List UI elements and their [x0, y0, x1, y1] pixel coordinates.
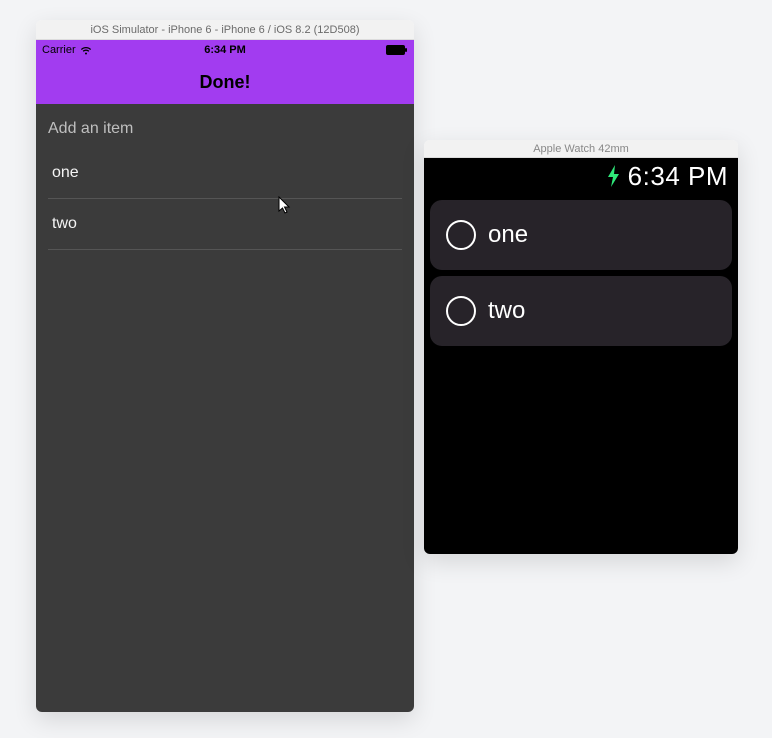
add-item-input[interactable]: Add an item [36, 104, 414, 148]
watch-list-item[interactable]: one [430, 200, 732, 270]
iphone-statusbar: Carrier 6:34 PM [36, 40, 414, 60]
watch-item-label: two [488, 297, 525, 325]
list-item-label: two [52, 215, 77, 232]
iphone-simulator-window: iOS Simulator - iPhone 6 - iPhone 6 / iO… [36, 20, 414, 712]
iphone-list: one two [36, 148, 414, 250]
statusbar-time: 6:34 PM [36, 44, 414, 56]
watch-statusbar: 6:34 PM [430, 158, 732, 194]
charging-bolt-icon [606, 165, 622, 187]
watch-time: 6:34 PM [628, 161, 728, 192]
iphone-content: Add an item one two [36, 104, 414, 712]
watch-list-item[interactable]: two [430, 276, 732, 346]
watch-item-label: one [488, 221, 528, 249]
watch-window-title: Apple Watch 42mm [424, 140, 738, 158]
list-item[interactable]: one [48, 148, 402, 199]
battery-icon [386, 45, 408, 55]
list-item-label: one [52, 164, 79, 181]
radio-circle-icon [446, 220, 476, 250]
carrier-label: Carrier [42, 44, 76, 56]
navbar-title: Done! [200, 72, 251, 93]
iphone-navbar: Done! [36, 60, 414, 104]
list-item[interactable]: two [48, 199, 402, 250]
radio-circle-icon [446, 296, 476, 326]
watch-screen: 6:34 PM one two [424, 158, 738, 554]
wifi-icon [80, 46, 92, 55]
iphone-window-title: iOS Simulator - iPhone 6 - iPhone 6 / iO… [36, 20, 414, 40]
watch-simulator-window: Apple Watch 42mm 6:34 PM one two [424, 140, 738, 554]
